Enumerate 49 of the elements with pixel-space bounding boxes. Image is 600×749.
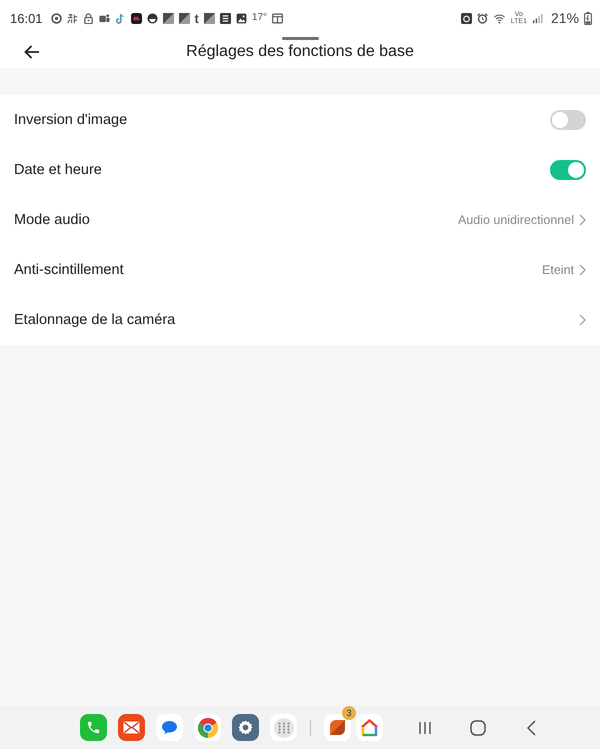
chat-bubble-app-icon[interactable] bbox=[156, 714, 183, 741]
chevron-right-icon[interactable] bbox=[579, 314, 586, 326]
notification-glyph: t bbox=[194, 12, 199, 24]
recents-icon bbox=[418, 720, 432, 734]
setting-value: Eteint bbox=[542, 263, 574, 277]
toggle-switch[interactable] bbox=[550, 110, 586, 130]
toggle-switch[interactable] bbox=[550, 160, 586, 180]
window-icon bbox=[272, 12, 284, 24]
house-app-icon[interactable] bbox=[356, 714, 383, 741]
phone-app-icon[interactable] bbox=[80, 714, 107, 741]
setting-label: Date et heure bbox=[14, 162, 103, 178]
app-grid-icon[interactable] bbox=[270, 714, 297, 741]
browser-app-icon[interactable] bbox=[194, 714, 221, 741]
app-tile-icon bbox=[460, 12, 472, 24]
notification-badge: 3 bbox=[342, 706, 356, 720]
tile-icon bbox=[162, 12, 174, 24]
setting-label: Anti-scintillement bbox=[14, 262, 125, 278]
clock-text: 16:01 bbox=[10, 10, 43, 26]
back-arrow-icon bbox=[24, 45, 40, 59]
character-icon bbox=[66, 12, 78, 24]
lock-icon bbox=[82, 12, 94, 24]
tile-icon bbox=[178, 12, 190, 24]
drag-handle[interactable] bbox=[282, 37, 319, 40]
ring-icon bbox=[50, 12, 62, 24]
image-icon bbox=[236, 12, 247, 24]
battery-icon bbox=[584, 12, 592, 24]
app-tile-icon bbox=[130, 12, 142, 24]
setting-label: Inversion d'image bbox=[14, 112, 128, 128]
music-note-icon bbox=[114, 12, 126, 24]
home-button[interactable] bbox=[468, 718, 488, 738]
temperature-text: 17° bbox=[252, 13, 268, 23]
setting-label: Etalonnage de la caméra bbox=[14, 312, 176, 328]
tile-icon bbox=[204, 12, 215, 24]
setting-value: Audio unidirectionnel bbox=[458, 213, 574, 227]
envelope-app-icon[interactable] bbox=[118, 714, 145, 741]
alarm-icon bbox=[476, 12, 488, 24]
wifi-icon bbox=[492, 12, 506, 24]
lines-tile-icon bbox=[220, 12, 231, 24]
chevron-right-icon[interactable] bbox=[579, 264, 586, 276]
battery-percentage: 21% bbox=[550, 10, 579, 26]
half-circle-icon bbox=[146, 12, 158, 24]
back-chevron-icon bbox=[526, 720, 536, 736]
setting-label: Mode audio bbox=[14, 212, 91, 228]
page-title: Réglages des fonctions de base bbox=[186, 43, 414, 61]
home-icon bbox=[470, 720, 486, 736]
chevron-right-icon[interactable] bbox=[579, 214, 586, 226]
gear-app-icon[interactable] bbox=[232, 714, 259, 741]
team-icon bbox=[98, 12, 110, 24]
signal-icon bbox=[532, 12, 543, 24]
